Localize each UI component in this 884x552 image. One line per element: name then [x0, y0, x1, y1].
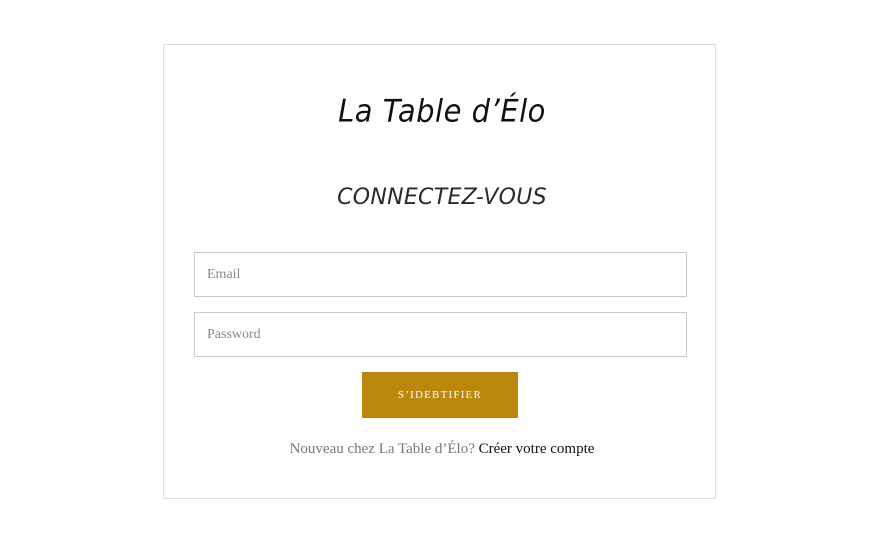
brand-logo: La Table d’Élo — [338, 92, 546, 130]
signup-text: Nouveau chez La Table d’Élo? — [289, 441, 479, 457]
login-button[interactable]: S’idebtifier — [362, 372, 518, 418]
create-account-link[interactable]: Créer votre compte — [479, 441, 595, 457]
email-field[interactable] — [194, 252, 687, 297]
signup-prompt: Nouveau chez La Table d’Élo? Créer votre… — [0, 441, 884, 458]
password-field[interactable] — [194, 312, 687, 357]
page-title: Connectez-vous — [337, 185, 547, 210]
